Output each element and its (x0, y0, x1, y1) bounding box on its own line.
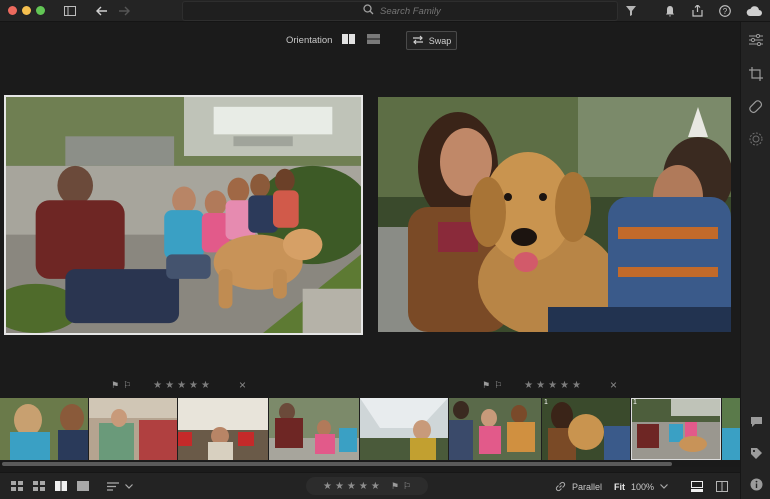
filmstrip-thumb-selected[interactable]: 1 (631, 398, 721, 460)
compare-view-icon[interactable] (53, 478, 69, 494)
search-bar[interactable] (182, 1, 618, 21)
filmstrip-thumb[interactable]: 1 (542, 398, 630, 460)
search-input[interactable] (380, 5, 580, 17)
zoom-level[interactable]: 100% (631, 482, 654, 492)
compare-photo-left[interactable] (4, 95, 363, 335)
filmstrip-thumb[interactable] (269, 398, 359, 460)
stacked-icon[interactable] (367, 34, 381, 47)
minimize-window-button[interactable] (22, 6, 31, 15)
maximize-window-button[interactable] (36, 6, 45, 15)
edit-sliders-icon[interactable] (749, 33, 763, 48)
help-icon[interactable]: ? (716, 2, 734, 20)
sort-icon[interactable] (105, 478, 121, 494)
radial-filter-icon[interactable] (749, 132, 763, 146)
fit-label[interactable]: Fit (614, 482, 625, 492)
filter-icon[interactable] (622, 2, 640, 20)
right-tool-panel (740, 22, 770, 499)
share-icon[interactable] (688, 2, 706, 20)
right-clear-button[interactable]: × (610, 378, 617, 392)
filmstrip-thumb[interactable] (0, 398, 88, 460)
girl-dog-photo-image (378, 97, 731, 332)
reject-flag-icon[interactable]: ⚐ (123, 380, 131, 391)
filmstrip-badge: 1 (544, 399, 548, 406)
filmstrip-thumb[interactable] (722, 398, 740, 460)
filmstrip-badge: 1 (633, 399, 637, 406)
right-rating-row: ⚑ ⚐ ★★★★★ × (482, 378, 617, 392)
healing-brush-icon[interactable] (749, 100, 763, 114)
orientation-label: Orientation (286, 35, 333, 46)
bell-icon[interactable] (661, 2, 679, 20)
left-clear-button[interactable]: × (239, 378, 246, 392)
pick-flag-icon[interactable]: ⚑ (111, 380, 119, 391)
swap-button[interactable]: Swap (406, 31, 457, 50)
filmstrip-toggle-icon[interactable] (689, 478, 705, 494)
panel-toggle-icon[interactable] (61, 2, 79, 20)
pick-flag-icon[interactable]: ⚑ (391, 481, 399, 492)
comment-icon[interactable] (749, 416, 763, 430)
reject-flag-icon[interactable]: ⚐ (494, 380, 502, 391)
chevron-down-icon[interactable] (121, 478, 137, 494)
link-icon[interactable] (552, 478, 568, 494)
swap-label: Swap (428, 35, 452, 46)
close-window-button[interactable] (8, 6, 17, 15)
keyword-tag-icon[interactable] (749, 447, 763, 461)
compare-mode-label[interactable]: Parallel (572, 482, 602, 492)
compare-photo-right[interactable] (378, 97, 731, 332)
info-icon[interactable] (749, 478, 763, 492)
window-controls (8, 6, 45, 15)
svg-text:?: ? (723, 7, 728, 16)
crop-icon[interactable] (749, 67, 763, 81)
orientation-control: Orientation (286, 34, 381, 47)
photo-grid-icon[interactable] (9, 478, 25, 494)
filmstrip-thumb[interactable] (89, 398, 177, 460)
family-photo-image (6, 97, 361, 333)
square-grid-icon[interactable] (31, 478, 47, 494)
forward-arrow-icon[interactable] (115, 2, 133, 20)
split-view-icon[interactable] (714, 478, 730, 494)
right-star-rating[interactable]: ★★★★★ (524, 380, 584, 391)
filmstrip-thumb[interactable] (360, 398, 448, 460)
back-arrow-icon[interactable] (93, 2, 111, 20)
bottom-star-rating[interactable]: ★★★★★ (323, 481, 383, 492)
filmstrip-thumb[interactable] (449, 398, 541, 460)
filmstrip: 1 1 (0, 398, 740, 460)
swap-arrows-icon (412, 35, 424, 47)
search-icon (363, 4, 374, 18)
filmstrip-thumb[interactable] (178, 398, 268, 460)
side-by-side-icon[interactable] (342, 34, 356, 47)
filmstrip-scrollbar[interactable] (0, 461, 740, 467)
filmstrip-scrollbar-thumb[interactable] (2, 462, 672, 466)
pick-flag-icon[interactable]: ⚑ (482, 380, 490, 391)
detail-view-icon[interactable] (75, 478, 91, 494)
left-star-rating[interactable]: ★★★★★ (153, 380, 213, 391)
cloud-icon[interactable] (744, 2, 764, 20)
bottom-rating-pill: ★★★★★ ⚑ ⚐ (306, 477, 428, 495)
title-bar: ? (0, 0, 770, 22)
left-rating-row: ⚑ ⚐ ★★★★★ × (111, 378, 246, 392)
reject-flag-icon[interactable]: ⚐ (403, 481, 411, 492)
zoom-chevron-down-icon[interactable] (656, 478, 672, 494)
